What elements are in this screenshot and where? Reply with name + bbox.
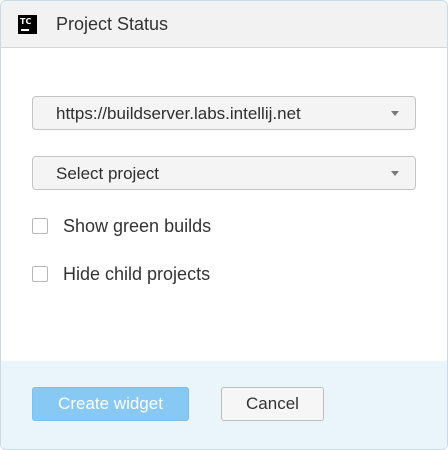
show-green-builds-checkbox[interactable]	[32, 218, 48, 234]
hide-child-projects-checkbox[interactable]	[32, 266, 48, 282]
hide-child-projects-label: Hide child projects	[63, 264, 211, 284]
chevron-down-icon	[391, 171, 399, 176]
server-select[interactable]: https://buildserver.labs.intellij.net	[32, 96, 416, 130]
project-select-value: Select project	[56, 164, 159, 183]
dialog-titlebar: TC Project Status	[1, 1, 447, 48]
server-select-value: https://buildserver.labs.intellij.net	[56, 104, 301, 123]
cancel-button[interactable]: Cancel	[221, 387, 324, 421]
create-widget-button[interactable]: Create widget	[32, 387, 189, 421]
teamcity-logo-icon: TC	[18, 15, 37, 34]
chevron-down-icon	[391, 111, 399, 116]
project-select[interactable]: Select project	[32, 156, 416, 190]
show-green-builds-label: Show green builds	[63, 216, 212, 236]
dialog-title: Project Status	[56, 14, 169, 34]
project-status-dialog: TC Project Status https://buildserver.la…	[0, 0, 448, 450]
